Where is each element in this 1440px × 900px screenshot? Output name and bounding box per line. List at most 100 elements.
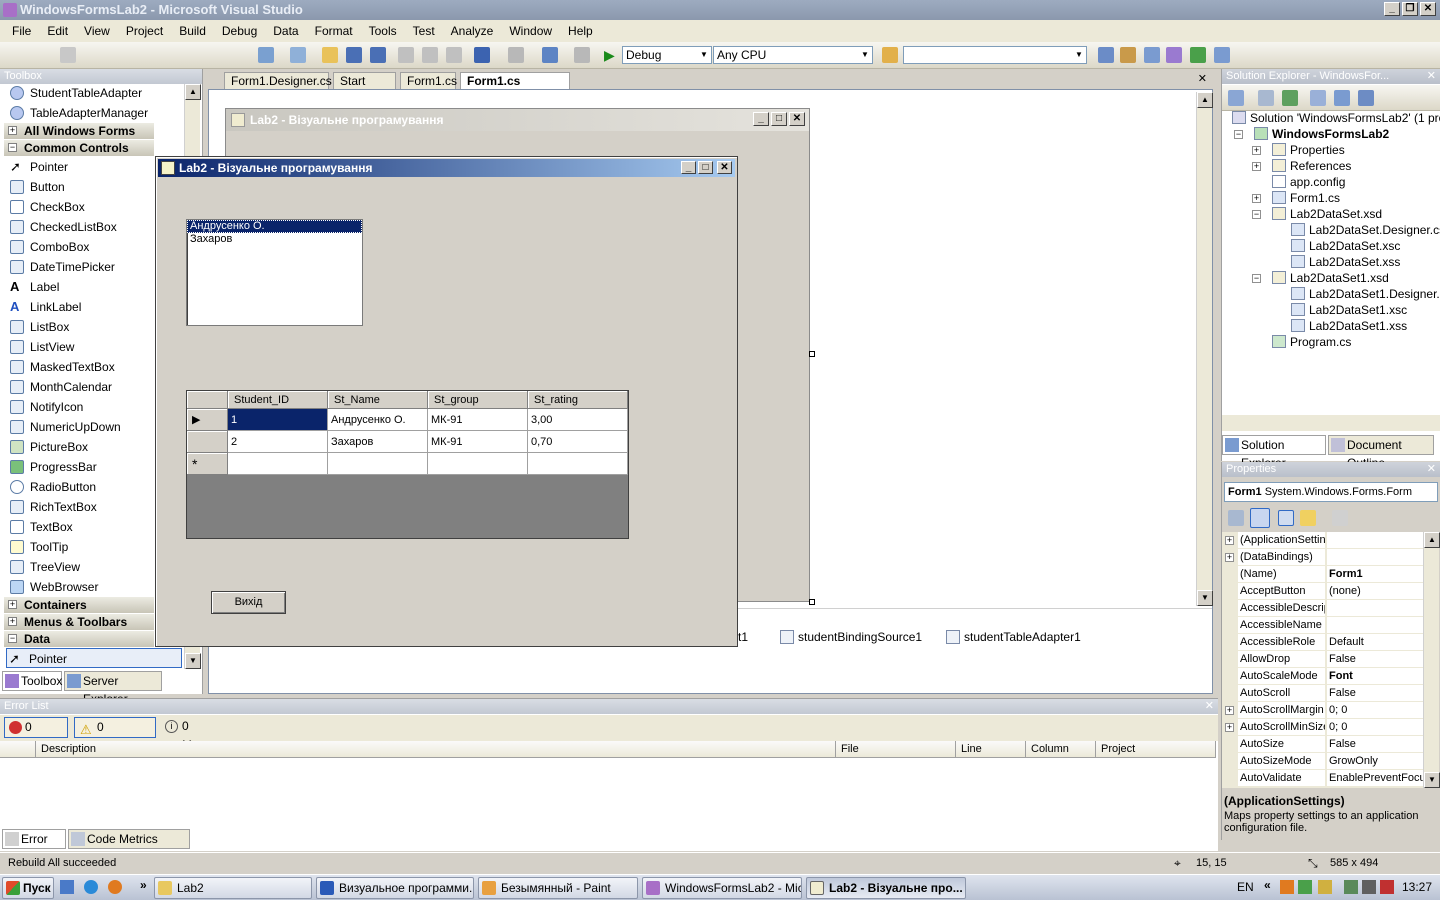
- properties-view-icon[interactable]: [1278, 510, 1294, 526]
- grid-cell-new[interactable]: [528, 453, 628, 475]
- grid-cell[interactable]: МК-91: [428, 409, 528, 431]
- tree-node-properties[interactable]: Properties: [1272, 142, 1345, 158]
- scroll-down-icon[interactable]: ▼: [185, 653, 201, 669]
- taskbar-item-paint[interactable]: Безымянный - Paint: [478, 877, 638, 899]
- platform-dropdown[interactable]: Any CPU ▼: [713, 46, 873, 64]
- property-row[interactable]: AccessibleName: [1238, 617, 1423, 634]
- tray-alert-icon[interactable]: [1380, 880, 1394, 894]
- menu-test[interactable]: Test: [405, 24, 443, 38]
- tree-node-references[interactable]: References: [1272, 158, 1351, 174]
- minimize-button[interactable]: _: [1384, 2, 1400, 16]
- tree-node-lab2dataset1-designer-cs[interactable]: Lab2DataSet1.Designer.cs: [1291, 286, 1440, 302]
- start-button[interactable]: Пуск: [2, 877, 54, 899]
- toolbox-group-menus-toolbars[interactable]: + Menus & Toolbars: [4, 614, 154, 630]
- restore-button[interactable]: ❐: [1402, 2, 1418, 16]
- find-combo[interactable]: ▼: [903, 46, 1087, 64]
- property-row[interactable]: AutoSizeMode GrowOnly: [1238, 753, 1423, 770]
- show-desktop-icon[interactable]: [60, 880, 74, 894]
- property-value[interactable]: False: [1327, 736, 1423, 753]
- clock[interactable]: 13:27: [1402, 880, 1432, 894]
- network-icon[interactable]: [1344, 880, 1358, 894]
- errors-filter-button[interactable]: 0 Errors: [4, 717, 68, 753]
- property-row[interactable]: AutoScroll False: [1238, 685, 1423, 702]
- volume-icon[interactable]: [1362, 880, 1376, 894]
- property-row[interactable]: AutoSize False: [1238, 736, 1423, 753]
- tree-node-lab2dataset1-xsd[interactable]: Lab2DataSet1.xsd: [1272, 270, 1389, 286]
- solution-config-dropdown[interactable]: Debug ▼: [622, 46, 712, 64]
- property-row[interactable]: + (ApplicationSettin: [1225, 532, 1423, 549]
- designer-vscroll[interactable]: ▲ ▼: [1196, 92, 1213, 606]
- row-header-current[interactable]: ▶: [187, 409, 228, 431]
- menu-help[interactable]: Help: [560, 24, 601, 38]
- collapse-icon[interactable]: −: [1252, 274, 1261, 283]
- messages-filter-button[interactable]: i0 Messages: [162, 717, 244, 752]
- row-header[interactable]: [187, 431, 228, 453]
- tree-node-lab2dataset-xss[interactable]: Lab2DataSet.xss: [1291, 254, 1400, 270]
- undo-icon[interactable]: [474, 47, 490, 63]
- menu-debug[interactable]: Debug: [214, 24, 265, 38]
- open-file-icon[interactable]: [322, 47, 338, 63]
- menu-format[interactable]: Format: [307, 24, 361, 38]
- alphabetical-icon[interactable]: [1250, 508, 1270, 528]
- property-row[interactable]: (Name) Form1: [1238, 566, 1423, 583]
- solution-explorer-icon[interactable]: [1098, 47, 1114, 63]
- tree-node-form1-cs[interactable]: Form1.cs: [1272, 190, 1340, 206]
- property-value[interactable]: (none): [1327, 583, 1423, 600]
- grid-cell[interactable]: 2: [228, 431, 328, 453]
- cut-icon[interactable]: [398, 47, 414, 63]
- tab-solution-explorer[interactable]: Solution Explorer: [1222, 435, 1326, 470]
- toolbox-item-tableadaptermanager[interactable]: TableAdapterManager: [8, 103, 183, 123]
- tray-tools-icon[interactable]: [1318, 880, 1332, 894]
- tab-server-explorer[interactable]: Server Explorer: [64, 671, 162, 706]
- scroll-down-icon[interactable]: ▼: [1424, 772, 1440, 788]
- property-value[interactable]: False: [1327, 685, 1423, 702]
- column-header[interactable]: St_Name: [328, 391, 428, 409]
- close-document-icon[interactable]: ✕: [1198, 72, 1207, 85]
- new-project-icon[interactable]: [258, 47, 274, 63]
- resize-handle[interactable]: [809, 599, 815, 605]
- column-header-description[interactable]: Description: [36, 741, 836, 758]
- tree-node-solution[interactable]: Solution 'WindowsFormsLab2' (1 projec: [1232, 110, 1440, 126]
- collapse-icon[interactable]: −: [1234, 130, 1243, 139]
- toolbox-group-data[interactable]: − Data: [4, 631, 154, 647]
- tree-node-lab2dataset1-xsc[interactable]: Lab2DataSet1.xsc: [1291, 302, 1407, 318]
- property-value[interactable]: [1327, 532, 1423, 549]
- layout-icon[interactable]: [60, 47, 76, 63]
- scroll-down-icon[interactable]: ▼: [1197, 590, 1213, 606]
- property-row[interactable]: AutoScaleMode Font: [1238, 668, 1423, 685]
- grid-corner-header[interactable]: [187, 391, 228, 409]
- save-icon[interactable]: [346, 47, 362, 63]
- toolbox-item-data-pointer[interactable]: ➚ Pointer: [6, 648, 182, 668]
- tree-node-app-config[interactable]: app.config: [1272, 174, 1345, 190]
- property-row[interactable]: AcceptButton (none): [1238, 583, 1423, 600]
- scroll-up-icon[interactable]: ▲: [1424, 532, 1440, 548]
- close-icon[interactable]: ✕: [1427, 69, 1436, 84]
- tab-start-page[interactable]: Start Page: [333, 72, 396, 104]
- toolbox-group-all-windows-forms[interactable]: + All Windows Forms: [4, 123, 154, 139]
- property-row[interactable]: AutoValidate EnablePreventFocu: [1238, 770, 1423, 787]
- column-header-icon[interactable]: [0, 741, 36, 758]
- events-icon[interactable]: [1300, 510, 1316, 526]
- redo-icon[interactable]: [508, 47, 524, 63]
- toolbox-item-studenttableadapter[interactable]: StudentTableAdapter: [8, 83, 183, 103]
- paste-icon[interactable]: [446, 47, 462, 63]
- save-all-icon[interactable]: [370, 47, 386, 63]
- menu-edit[interactable]: Edit: [39, 24, 76, 38]
- column-header-column[interactable]: Column: [1026, 741, 1096, 758]
- toolbox-icon[interactable]: [1166, 47, 1182, 63]
- property-pages-icon[interactable]: [1332, 510, 1348, 526]
- menu-project[interactable]: Project: [118, 24, 171, 38]
- tree-node-lab2dataset-xsd[interactable]: Lab2DataSet.xsd: [1272, 206, 1382, 222]
- tab-form1-cs-design[interactable]: Form1.cs [Design]: [460, 72, 570, 104]
- expand-icon[interactable]: +: [1252, 162, 1261, 171]
- grid-cell[interactable]: МК-91: [428, 431, 528, 453]
- column-header[interactable]: St_rating: [528, 391, 628, 409]
- tree-node-lab2dataset-designer-cs[interactable]: Lab2DataSet.Designer.cs: [1291, 222, 1440, 238]
- column-header[interactable]: Student_ID: [228, 391, 328, 409]
- toolbox-group-common-controls[interactable]: − Common Controls: [4, 140, 154, 156]
- grid-cell[interactable]: 0,70: [528, 431, 628, 453]
- warnings-filter-button[interactable]: ⚠0 Warnings: [74, 717, 156, 753]
- running-form-titlebar[interactable]: Lab2 - Візуальне програмування _ □ ✕: [158, 159, 735, 177]
- tree-node-project[interactable]: WindowsFormsLab2: [1254, 126, 1389, 142]
- start-page-icon[interactable]: [1190, 47, 1206, 63]
